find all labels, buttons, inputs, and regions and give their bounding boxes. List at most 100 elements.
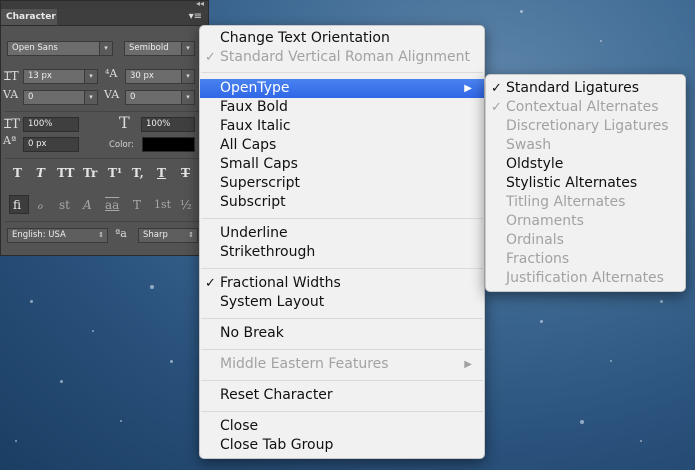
- fractions-button[interactable]: ½: [180, 198, 192, 212]
- menu-item-label: Standard Vertical Roman Alignment: [220, 49, 470, 65]
- chevron-down-icon: ▾: [84, 70, 97, 83]
- menu-item-label: Contextual Alternates: [506, 99, 659, 115]
- underline-button[interactable]: T: [157, 166, 166, 180]
- menu-item-faux-bold[interactable]: Faux Bold: [200, 98, 484, 117]
- menu-item-label: Swash: [506, 137, 552, 153]
- menu-item-no-break[interactable]: No Break: [200, 324, 484, 343]
- submenu-arrow-icon: ▶: [464, 359, 472, 370]
- strikethrough-button[interactable]: T: [181, 166, 190, 180]
- menu-item-reset-character[interactable]: Reset Character: [200, 386, 484, 405]
- chevron-down-icon: ▾: [99, 42, 112, 55]
- menu-item-middle-eastern-features: Middle Eastern Features ▶: [200, 355, 484, 374]
- submenu-item-ordinals: Ordinals: [486, 231, 685, 250]
- menu-item-label: All Caps: [220, 137, 277, 153]
- menu-item-label: Oldstyle: [506, 156, 564, 172]
- subscript-button[interactable]: T,: [132, 166, 144, 180]
- tracking-input[interactable]: 0 ▾: [125, 90, 195, 105]
- font-size-input[interactable]: 13 px ▾: [23, 69, 98, 84]
- faux-italic-button[interactable]: T: [36, 166, 45, 180]
- menu-separator: [201, 72, 483, 73]
- language-select[interactable]: English: USA ⇕: [7, 228, 108, 243]
- menu-item-label: Discretionary Ligatures: [506, 118, 669, 134]
- horizontal-scale-input[interactable]: 100%: [141, 117, 195, 132]
- menu-item-strikethrough[interactable]: Strikethrough: [200, 243, 484, 262]
- submenu-item-standard-ligatures[interactable]: ✓ Standard Ligatures: [486, 79, 685, 98]
- leading-input[interactable]: 30 px ▾: [125, 69, 195, 84]
- menu-item-close-tab-group[interactable]: Close Tab Group: [200, 436, 484, 455]
- opentype-submenu: ✓ Standard Ligatures ✓ Contextual Altern…: [485, 74, 686, 292]
- menu-item-opentype[interactable]: OpenType ▶: [200, 79, 484, 98]
- menu-item-system-layout[interactable]: System Layout: [200, 293, 484, 312]
- chevron-updown-icon: ⇕: [188, 231, 194, 239]
- chevron-down-icon: ▾: [181, 91, 194, 104]
- divider: [5, 221, 205, 222]
- titling-alternates-button[interactable]: T: [133, 198, 141, 212]
- menu-item-all-caps[interactable]: All Caps: [200, 136, 484, 155]
- menu-item-label: No Break: [220, 325, 284, 341]
- menu-separator: [201, 318, 483, 319]
- swash-button[interactable]: A: [83, 198, 92, 212]
- menu-item-label: Fractions: [506, 251, 570, 267]
- panel-menu-icon[interactable]: ▾≡: [189, 11, 202, 22]
- baseline-shift-icon: Aª: [3, 134, 17, 147]
- checkmark-icon: ✓: [205, 276, 216, 291]
- font-style-select[interactable]: Semibold ▾: [124, 41, 195, 56]
- menu-item-label: Close: [220, 418, 259, 434]
- menu-item-close[interactable]: Close: [200, 417, 484, 436]
- panel-tab-bar: Character ▾≡: [1, 9, 208, 26]
- menu-item-superscript[interactable]: Superscript: [200, 174, 484, 193]
- submenu-arrow-icon: ▶: [464, 83, 472, 94]
- tab-character[interactable]: Character: [1, 9, 57, 25]
- font-style-value: Semibold: [129, 43, 169, 53]
- menu-item-label: OpenType: [220, 80, 290, 96]
- color-swatch[interactable]: [142, 137, 195, 152]
- small-caps-button[interactable]: Tr: [83, 166, 97, 180]
- contextual-alternates-button[interactable]: ℴ: [37, 198, 43, 212]
- menu-item-label: Faux Bold: [220, 99, 288, 115]
- submenu-item-stylistic-alternates[interactable]: Stylistic Alternates: [486, 174, 685, 193]
- menu-item-subscript[interactable]: Subscript: [200, 193, 484, 212]
- menu-item-label: Small Caps: [220, 156, 298, 172]
- menu-item-underline[interactable]: Underline: [200, 224, 484, 243]
- checkmark-icon: ✓: [205, 50, 216, 65]
- checkmark-icon: ✓: [491, 100, 502, 115]
- standard-ligatures-button[interactable]: fi: [13, 198, 21, 212]
- checkmark-icon: ✓: [491, 81, 502, 96]
- menu-item-label: Change Text Orientation: [220, 30, 390, 46]
- baseline-shift-value: 0 px: [28, 139, 47, 149]
- antialias-value: Sharp: [143, 230, 168, 240]
- font-size-value: 13 px: [28, 71, 52, 81]
- menu-item-change-text-orientation[interactable]: Change Text Orientation: [200, 29, 484, 48]
- menu-item-label: Justification Alternates: [506, 270, 664, 286]
- menu-item-label: Fractional Widths: [220, 275, 341, 291]
- menu-item-small-caps[interactable]: Small Caps: [200, 155, 484, 174]
- font-family-select[interactable]: Open Sans ▾: [7, 41, 113, 56]
- vertical-scale-value: 100%: [28, 119, 53, 129]
- antialias-icon: ªa: [115, 227, 127, 240]
- menu-item-label: Faux Italic: [220, 118, 291, 134]
- ordinals-button[interactable]: 1st: [154, 198, 171, 211]
- chevron-updown-icon: ⇕: [98, 231, 104, 239]
- font-family-value: Open Sans: [12, 43, 58, 53]
- submenu-item-fractions: Fractions: [486, 250, 685, 269]
- collapse-panel-icon[interactable]: ◂◂: [196, 0, 204, 8]
- all-caps-button[interactable]: TT: [57, 166, 74, 180]
- menu-item-label: Ornaments: [506, 213, 584, 229]
- kerning-value: 0: [28, 92, 34, 102]
- superscript-button[interactable]: T¹: [108, 166, 122, 180]
- chevron-down-icon: ▾: [181, 42, 194, 55]
- stylistic-alternates-button[interactable]: aa: [105, 198, 119, 212]
- submenu-item-oldstyle[interactable]: Oldstyle: [486, 155, 685, 174]
- faux-bold-button[interactable]: T: [13, 166, 22, 180]
- menu-item-faux-italic[interactable]: Faux Italic: [200, 117, 484, 136]
- discretionary-ligatures-button[interactable]: st: [59, 198, 70, 212]
- menu-item-fractional-widths[interactable]: ✓ Fractional Widths: [200, 274, 484, 293]
- vertical-scale-input[interactable]: 100%: [23, 117, 79, 132]
- kerning-input[interactable]: 0 ▾: [23, 90, 98, 105]
- baseline-shift-input[interactable]: 0 px: [23, 137, 79, 152]
- kerning-icon: VA: [3, 88, 19, 101]
- divider: [5, 158, 205, 159]
- tracking-value: 0: [130, 92, 136, 102]
- antialias-select[interactable]: Sharp ⇕: [138, 228, 198, 243]
- tracking-icon: VA: [104, 88, 120, 101]
